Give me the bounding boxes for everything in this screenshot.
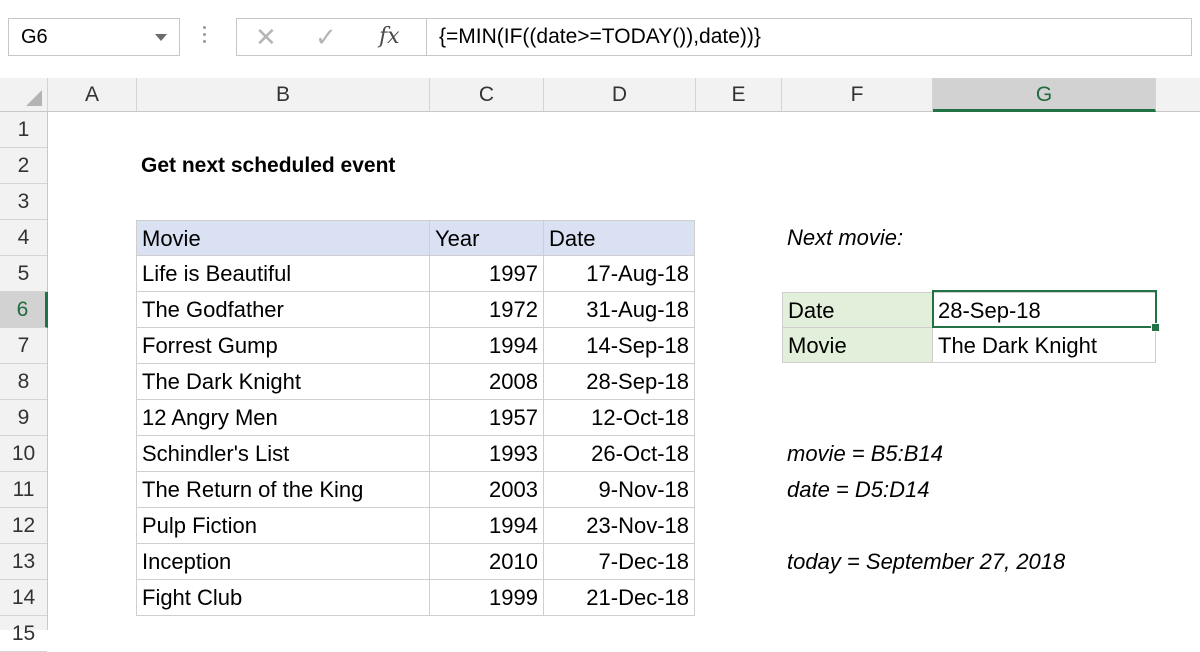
row-headers: 1 2 3 4 5 6 7 8 9 10 11 12 13 14 15 xyxy=(0,112,48,652)
column-headers: A B C D E F G xyxy=(0,78,1200,112)
check-icon[interactable]: ✓ xyxy=(315,22,337,53)
sheet-title[interactable]: Get next scheduled event xyxy=(136,148,400,184)
table-cell-year[interactable]: 1993 xyxy=(430,436,544,472)
table-cell-year[interactable]: 2008 xyxy=(430,364,544,400)
table-cell-movie[interactable]: Forrest Gump xyxy=(136,328,430,364)
header-date[interactable]: Date xyxy=(544,220,695,256)
active-cell-outline xyxy=(932,290,1157,328)
header-movie[interactable]: Movie xyxy=(136,220,430,256)
note-today[interactable]: today = September 27, 2018 xyxy=(782,544,1070,580)
table-cell-movie[interactable]: 12 Angry Men xyxy=(136,400,430,436)
table-cell-date[interactable]: 14-Sep-18 xyxy=(544,328,695,364)
row-header-15[interactable]: 15 xyxy=(0,616,47,652)
table-cell-year[interactable]: 2010 xyxy=(430,544,544,580)
column-header-g[interactable]: G xyxy=(933,78,1156,112)
table-cell-date[interactable]: 21-Dec-18 xyxy=(544,580,695,616)
row-header-14[interactable]: 14 xyxy=(0,580,47,616)
column-header-c[interactable]: C xyxy=(430,78,544,111)
row-header-6[interactable]: 6 xyxy=(0,292,48,328)
row-header-12[interactable]: 12 xyxy=(0,508,47,544)
row-header-7[interactable]: 7 xyxy=(0,328,47,364)
column-header-b[interactable]: B xyxy=(137,78,430,111)
table-cell-date[interactable]: 7-Dec-18 xyxy=(544,544,695,580)
note-date-range[interactable]: date = D5:D14 xyxy=(782,472,934,508)
table-cell-movie[interactable]: Pulp Fiction xyxy=(136,508,430,544)
fill-handle[interactable] xyxy=(1151,323,1160,332)
column-header-f[interactable]: F xyxy=(782,78,933,111)
column-header-a[interactable]: A xyxy=(48,78,137,111)
row-header-1[interactable]: 1 xyxy=(0,112,47,148)
table-cell-movie[interactable]: Inception xyxy=(136,544,430,580)
table-cell-year[interactable]: 1994 xyxy=(430,508,544,544)
next-movie-label[interactable]: Next movie: xyxy=(782,220,908,256)
name-box-value: G6 xyxy=(21,26,48,48)
row-header-9[interactable]: 9 xyxy=(0,400,47,436)
formula-input[interactable]: {=MIN(IF((date>=TODAY()),date))} xyxy=(426,18,1192,56)
table-cell-date[interactable]: 12-Oct-18 xyxy=(544,400,695,436)
column-header-d[interactable]: D xyxy=(544,78,696,111)
row-header-11[interactable]: 11 xyxy=(0,472,47,508)
table-cell-year[interactable]: 1957 xyxy=(430,400,544,436)
result-date-label[interactable]: Date xyxy=(782,292,933,328)
row-header-4[interactable]: 4 xyxy=(0,220,47,256)
table-cell-movie[interactable]: The Dark Knight xyxy=(136,364,430,400)
table-cell-movie[interactable]: The Return of the King xyxy=(136,472,430,508)
more-options-icon[interactable] xyxy=(202,22,208,52)
table-cell-date[interactable]: 9-Nov-18 xyxy=(544,472,695,508)
formula-text: {=MIN(IF((date>=TODAY()),date))} xyxy=(439,25,761,48)
table-cell-year[interactable]: 1999 xyxy=(430,580,544,616)
table-cell-date[interactable]: 31-Aug-18 xyxy=(544,292,695,328)
table-cell-movie[interactable]: Schindler's List xyxy=(136,436,430,472)
column-header-e[interactable]: E xyxy=(696,78,782,111)
chevron-down-icon[interactable] xyxy=(155,34,167,41)
row-header-2[interactable]: 2 xyxy=(0,148,47,184)
column-header-blank[interactable] xyxy=(1156,78,1200,111)
table-cell-movie[interactable]: Fight Club xyxy=(136,580,430,616)
table-cell-date[interactable]: 28-Sep-18 xyxy=(544,364,695,400)
row-header-10[interactable]: 10 xyxy=(0,436,47,472)
row-header-13[interactable]: 13 xyxy=(0,544,47,580)
row-header-5[interactable]: 5 xyxy=(0,256,47,292)
note-movie-range[interactable]: movie = B5:B14 xyxy=(782,436,948,472)
table-cell-date[interactable]: 26-Oct-18 xyxy=(544,436,695,472)
movie-table: Movie Year Date Life is Beautiful 1997 17-… xyxy=(136,220,695,617)
formula-bar-area: G6 ✕ ✓ fx {=MIN(IF((date>=TODAY()),date)… xyxy=(0,0,1200,78)
result-movie-value[interactable]: The Dark Knight xyxy=(932,327,1156,363)
row-header-8[interactable]: 8 xyxy=(0,364,47,400)
table-cell-year[interactable]: 1997 xyxy=(430,256,544,292)
row-header-3[interactable]: 3 xyxy=(0,184,47,220)
select-all-button[interactable] xyxy=(0,78,48,111)
table-cell-date[interactable]: 23-Nov-18 xyxy=(544,508,695,544)
formula-buttons: ✕ ✓ fx xyxy=(236,18,426,56)
table-cell-year[interactable]: 1994 xyxy=(430,328,544,364)
result-movie-label[interactable]: Movie xyxy=(782,327,933,363)
table-cell-year[interactable]: 1972 xyxy=(430,292,544,328)
fx-icon[interactable]: fx xyxy=(379,24,400,49)
header-year[interactable]: Year xyxy=(430,220,544,256)
table-cell-date[interactable]: 17-Aug-18 xyxy=(544,256,695,292)
table-cell-movie[interactable]: The Godfather xyxy=(136,292,430,328)
name-box[interactable]: G6 xyxy=(8,18,180,56)
x-icon[interactable]: ✕ xyxy=(255,22,277,53)
table-cell-year[interactable]: 2003 xyxy=(430,472,544,508)
table-cell-movie[interactable]: Life is Beautiful xyxy=(136,256,430,292)
